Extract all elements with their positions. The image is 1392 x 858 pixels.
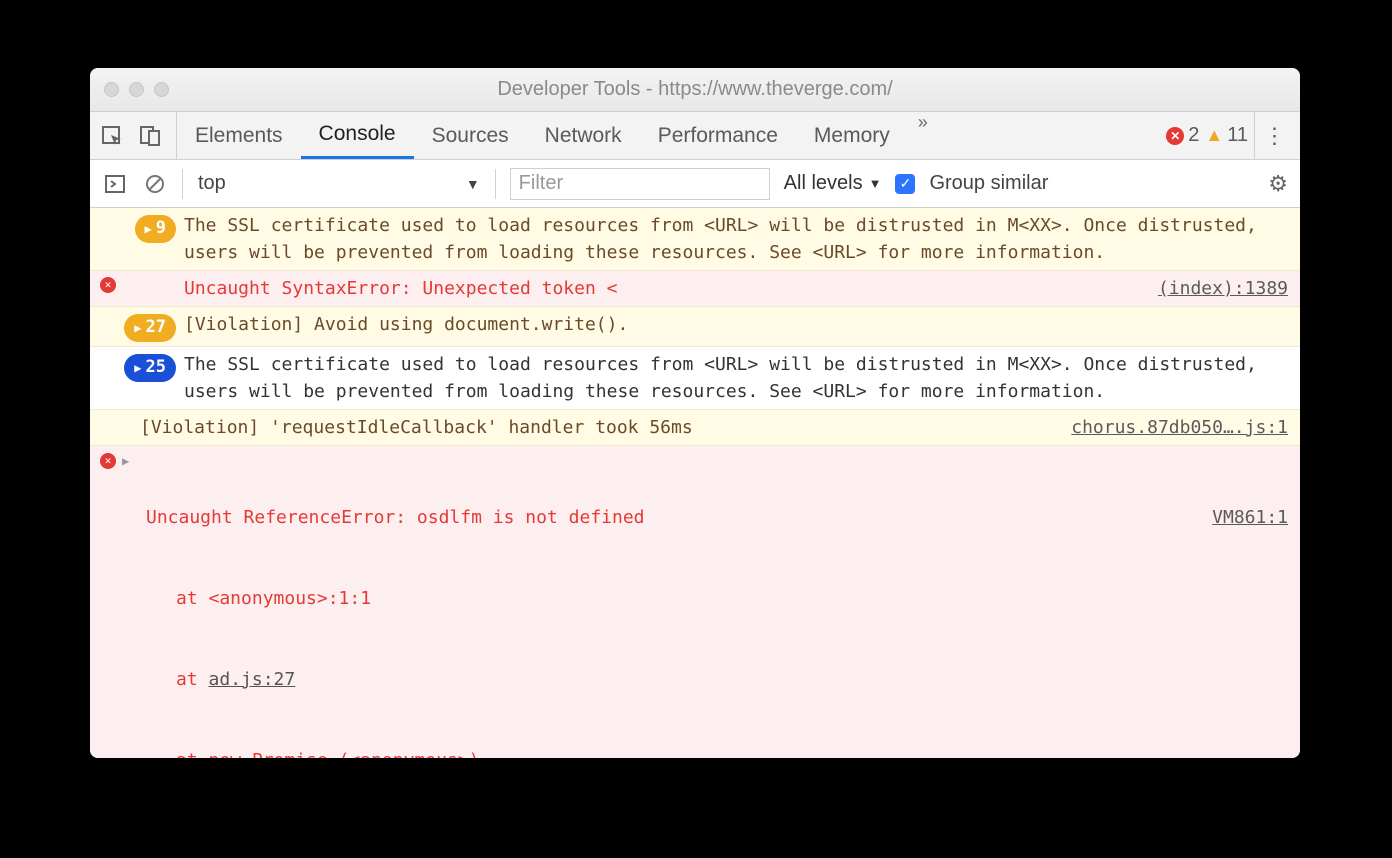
error-icon: ✕ <box>100 277 116 293</box>
traffic-close[interactable] <box>104 82 119 97</box>
error-icon: ✕ <box>100 453 116 469</box>
titlebar: Developer Tools - https://www.theverge.c… <box>90 68 1300 112</box>
context-select[interactable]: top ▼ <box>197 171 481 196</box>
console-message[interactable]: ✕ Uncaught SyntaxError: Unexpected token… <box>90 271 1300 307</box>
console-message[interactable]: ▶27 [Violation] Avoid using document.wri… <box>90 307 1300 347</box>
error-icon: ✕ <box>1166 127 1184 145</box>
settings-gear-icon[interactable]: ⚙ <box>1268 171 1288 197</box>
tab-elements[interactable]: Elements <box>177 112 301 159</box>
message-text: Uncaught SyntaxError: Unexpected token < <box>184 275 1140 302</box>
warning-count-value: 11 <box>1227 124 1248 147</box>
traffic-minimize[interactable] <box>129 82 144 97</box>
console-message[interactable]: ✕ ▶ Uncaught ReferenceError: osdlfm is no… <box>90 446 1300 758</box>
tab-console[interactable]: Console <box>301 112 414 159</box>
message-text: Uncaught ReferenceError: osdlfm is not d… <box>146 450 1288 758</box>
log-levels-select[interactable]: All levels ▼ <box>784 172 882 195</box>
warning-count[interactable]: ▲ 11 <box>1205 124 1248 147</box>
error-count[interactable]: ✕ 2 <box>1166 124 1199 147</box>
inspect-icon[interactable] <box>100 124 124 148</box>
group-badge[interactable]: ▶25 <box>124 354 176 382</box>
group-badge[interactable]: ▶27 <box>124 314 176 342</box>
context-value: top <box>198 172 226 195</box>
chevron-down-icon: ▼ <box>466 176 480 192</box>
group-similar-label: Group similar <box>929 172 1048 195</box>
console-message[interactable]: ▶25 The SSL certificate used to load res… <box>90 347 1300 410</box>
expand-icon[interactable]: ▶ <box>122 452 129 470</box>
chevron-down-icon: ▼ <box>869 176 882 191</box>
console-toolbar: top ▼ Filter All levels ▼ ✓ Group simila… <box>90 160 1300 208</box>
warning-icon: ▲ <box>1205 125 1223 146</box>
message-text: The SSL certificate used to load resourc… <box>184 351 1288 405</box>
group-badge[interactable]: ▶9 <box>135 215 176 243</box>
console-message[interactable]: ▶9 The SSL certificate used to load reso… <box>90 208 1300 271</box>
error-count-value: 2 <box>1188 124 1199 147</box>
tab-performance[interactable]: Performance <box>640 112 796 159</box>
tab-sources[interactable]: Sources <box>414 112 527 159</box>
source-link[interactable]: (index):1389 <box>1148 275 1288 302</box>
source-link[interactable]: ad.js:27 <box>209 669 296 690</box>
console-sidebar-toggle-icon[interactable] <box>102 171 128 197</box>
tab-memory[interactable]: Memory <box>796 112 908 159</box>
device-toggle-icon[interactable] <box>138 124 162 148</box>
tab-network[interactable]: Network <box>527 112 640 159</box>
console-body: ▶9 The SSL certificate used to load reso… <box>90 208 1300 758</box>
kebab-menu[interactable]: ⋮ <box>1254 112 1294 160</box>
message-text: The SSL certificate used to load resourc… <box>184 212 1288 266</box>
traffic-zoom[interactable] <box>154 82 169 97</box>
message-text: [Violation] 'requestIdleCallback' handle… <box>140 414 1053 441</box>
devtools-window: Developer Tools - https://www.theverge.c… <box>90 68 1300 758</box>
source-link[interactable]: VM861:1 <box>1202 504 1288 531</box>
clear-console-icon[interactable] <box>142 171 168 197</box>
console-message[interactable]: [Violation] 'requestIdleCallback' handle… <box>90 410 1300 446</box>
panel-tabbar: Elements Console Sources Network Perform… <box>90 112 1300 160</box>
levels-label: All levels <box>784 172 863 195</box>
group-similar-checkbox[interactable]: ✓ <box>895 174 915 194</box>
traffic-lights <box>104 82 169 97</box>
filter-placeholder: Filter <box>519 172 563 195</box>
source-link[interactable]: chorus.87db050….js:1 <box>1061 414 1288 441</box>
window-title: Developer Tools - https://www.theverge.c… <box>497 78 892 101</box>
message-text: [Violation] Avoid using document.write()… <box>184 311 1288 338</box>
tabs-overflow[interactable]: » <box>908 112 938 159</box>
filter-input[interactable]: Filter <box>510 168 770 200</box>
